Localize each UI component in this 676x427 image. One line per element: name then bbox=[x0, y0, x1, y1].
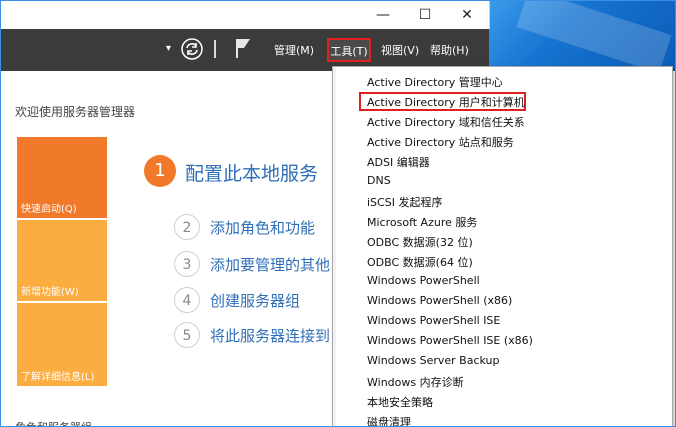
close-button[interactable]: ✕ bbox=[445, 1, 489, 29]
menu-tools[interactable]: 工具(T) bbox=[327, 38, 371, 62]
tile-quick-start[interactable]: 快速启动(Q) bbox=[17, 137, 107, 218]
maximize-button[interactable]: ☐ bbox=[403, 1, 447, 29]
refresh-icon[interactable] bbox=[181, 38, 203, 60]
desktop-background bbox=[489, 1, 675, 74]
title-bar: — ☐ ✕ bbox=[1, 1, 490, 29]
welcome-heading: 欢迎使用服务器管理器 bbox=[15, 105, 136, 119]
menu-item-disk-cleanup[interactable]: 磁盘清理 bbox=[367, 414, 411, 426]
tools-dropdown-menu: Active Directory 管理中心 Active Directory 用… bbox=[332, 66, 673, 426]
screenshot-frame: — ☐ ✕ ▾ 管理(M) 工具(T) 视图(V) 帮助(H) 欢迎使用服务器管… bbox=[0, 0, 676, 427]
minimize-button[interactable]: — bbox=[361, 1, 405, 29]
flag-icon[interactable] bbox=[233, 36, 253, 60]
step-3-number: 3 bbox=[174, 251, 200, 277]
tile-learn-more[interactable]: 了解详细信息(L) bbox=[17, 303, 107, 386]
menu-item-ad-sites-services[interactable]: Active Directory 站点和服务 bbox=[367, 134, 514, 150]
toolbar: ▾ 管理(M) 工具(T) 视图(V) 帮助(H) bbox=[1, 29, 489, 71]
toolbar-separator bbox=[214, 40, 216, 58]
menu-item-server-backup[interactable]: Windows Server Backup bbox=[367, 354, 500, 367]
menu-item-powershell-ise-x86[interactable]: Windows PowerShell ISE (x86) bbox=[367, 334, 533, 347]
step-1-link[interactable]: 配置此本地服务 bbox=[185, 159, 318, 186]
roles-heading: 角色和服务器组 bbox=[15, 419, 92, 426]
menu-item-local-security-policy[interactable]: 本地安全策略 bbox=[367, 394, 433, 410]
tile-label: 新增功能(W) bbox=[21, 287, 79, 298]
tile-label: 了解详细信息(L) bbox=[21, 372, 95, 383]
menu-item-iscsi-initiator[interactable]: iSCSI 发起程序 bbox=[367, 194, 442, 210]
menu-item-memory-diagnostic[interactable]: Windows 内存诊断 bbox=[367, 374, 464, 390]
step-5-link[interactable]: 将此服务器连接到 bbox=[210, 325, 330, 346]
step-4-number: 4 bbox=[174, 287, 200, 313]
menu-item-ad-users-computers[interactable]: Active Directory 用户和计算机 bbox=[367, 94, 525, 110]
menu-item-powershell[interactable]: Windows PowerShell bbox=[367, 274, 480, 287]
dropdown-arrow-icon[interactable]: ▾ bbox=[166, 43, 171, 54]
menu-help[interactable]: 帮助(H) bbox=[430, 42, 469, 58]
menu-item-powershell-x86[interactable]: Windows PowerShell (x86) bbox=[367, 294, 512, 307]
menu-view[interactable]: 视图(V) bbox=[381, 42, 419, 58]
step-4-link[interactable]: 创建服务器组 bbox=[210, 290, 300, 311]
tile-column: 快速启动(Q) 新增功能(W) 了解详细信息(L) bbox=[17, 137, 107, 386]
step-2-number: 2 bbox=[174, 214, 200, 240]
menu-item-ad-admin-center[interactable]: Active Directory 管理中心 bbox=[367, 74, 503, 90]
menu-item-odbc-64[interactable]: ODBC 数据源(64 位) bbox=[367, 254, 473, 270]
step-2-link[interactable]: 添加角色和功能 bbox=[210, 217, 315, 238]
menu-item-odbc-32[interactable]: ODBC 数据源(32 位) bbox=[367, 234, 473, 250]
menu-manage[interactable]: 管理(M) bbox=[274, 42, 314, 58]
menu-item-dns[interactable]: DNS bbox=[367, 174, 391, 187]
menu-item-azure-services[interactable]: Microsoft Azure 服务 bbox=[367, 214, 477, 230]
tile-label: 快速启动(Q) bbox=[21, 204, 77, 215]
step-5-number: 5 bbox=[174, 322, 200, 348]
tile-new-features[interactable]: 新增功能(W) bbox=[17, 220, 107, 301]
step-3-link[interactable]: 添加要管理的其他 bbox=[210, 254, 330, 275]
menu-item-powershell-ise[interactable]: Windows PowerShell ISE bbox=[367, 314, 500, 327]
menu-item-ad-domains-trusts[interactable]: Active Directory 域和信任关系 bbox=[367, 114, 525, 130]
menu-gutter bbox=[333, 67, 336, 426]
step-1-number: 1 bbox=[144, 155, 176, 187]
menu-item-adsi-edit[interactable]: ADSI 编辑器 bbox=[367, 154, 430, 170]
